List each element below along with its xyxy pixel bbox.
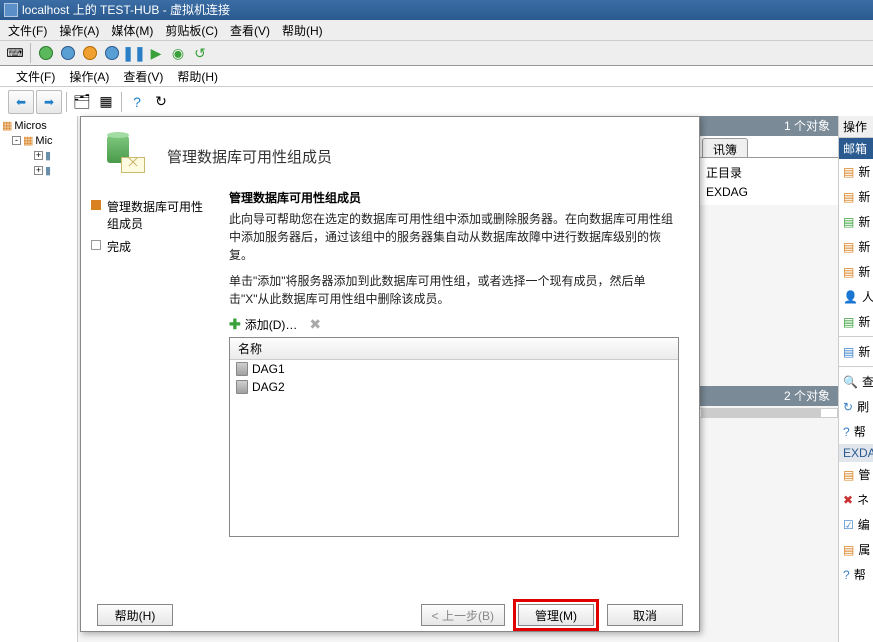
server-icon — [236, 380, 248, 394]
vm-title: localhost 上的 TEST-HUB - 虚拟机连接 — [22, 0, 230, 20]
remove-icon[interactable]: ✖ — [309, 316, 321, 333]
refresh-button[interactable]: ↻ — [150, 91, 172, 113]
actions-header: 操作 — [839, 116, 873, 138]
tree-leaf-2[interactable]: + ▮ — [2, 163, 75, 178]
action-new-6[interactable]: ▤新 — [839, 309, 873, 334]
ctl-alt-del-button[interactable]: ⌨ — [6, 44, 24, 62]
action-refresh[interactable]: ↻刷 — [839, 394, 873, 419]
turnoff-button[interactable] — [59, 44, 77, 62]
manage-button[interactable]: 管理(M) — [518, 604, 594, 626]
action-user[interactable]: 👤人 — [839, 284, 873, 309]
action-props[interactable]: ▤属 — [839, 537, 873, 562]
tree-leaf-1[interactable]: + ▮ — [2, 148, 75, 163]
action-help[interactable]: ?帮 — [839, 419, 873, 444]
mmc-menu-view[interactable]: 查看(V) — [123, 68, 163, 85]
mmc-toolbar: 🗂 ▦ ? ↻ — [0, 86, 873, 116]
save-button[interactable] — [103, 44, 121, 62]
cancel-button[interactable]: 取消 — [607, 604, 683, 626]
tree-child[interactable]: - ▦Mic — [2, 133, 75, 148]
action-help2[interactable]: ?帮 — [839, 562, 873, 587]
start-button[interactable] — [37, 44, 55, 62]
tab-addressbook[interactable]: 讯簿 — [702, 138, 748, 157]
mmc-menu-action[interactable]: 操作(A) — [69, 68, 109, 85]
description-2: 单击"添加"将服务器添加到此数据库可用性组，或者选择一个现有成员，然后单击"X"… — [229, 272, 679, 308]
step-indicator-active — [91, 200, 101, 210]
result-count-header: 2 个对象 — [698, 386, 838, 406]
step-manage-members[interactable]: 管理数据库可用性组成员 — [91, 195, 213, 235]
actions-section-mailbox: 邮箱 — [839, 138, 873, 159]
tabstrip: 讯簿 — [698, 136, 838, 158]
vm-icon — [4, 3, 18, 17]
menu-action[interactable]: 操作(A) — [59, 22, 99, 39]
mmc-menu-help[interactable]: 帮助(H) — [177, 68, 218, 85]
tree-expander[interactable]: + — [34, 166, 43, 175]
action-new-7[interactable]: ▤新 — [839, 339, 873, 364]
wizard-steps: 管理数据库可用性组成员 完成 — [81, 189, 223, 589]
list-item[interactable]: EXDAG — [706, 183, 830, 201]
menu-clipboard[interactable]: 剪贴板(C) — [165, 22, 218, 39]
list-header: 名称 — [230, 338, 678, 360]
step-indicator-pending — [91, 240, 101, 250]
tree-expander[interactable]: - — [12, 136, 21, 145]
forward-button[interactable] — [36, 90, 62, 114]
snapshot-button[interactable]: ◉ — [169, 44, 187, 62]
add-link[interactable]: 添加(D)… — [245, 316, 298, 333]
menu-media[interactable]: 媒体(M) — [111, 22, 153, 39]
result-count-header: 1 个对象 — [698, 116, 838, 136]
tree-root[interactable]: ▦Micros — [2, 118, 75, 133]
back-button[interactable]: < 上一步(B) — [421, 604, 505, 626]
wizard-icon — [101, 131, 151, 181]
menu-view[interactable]: 查看(V) — [230, 22, 270, 39]
action-new-3[interactable]: ▤新 — [839, 209, 873, 234]
tree-pane: ▦Micros - ▦Mic + ▮ + ▮ — [0, 116, 78, 642]
back-button[interactable] — [8, 90, 34, 114]
result-list: 正目录 EXDAG — [698, 158, 838, 205]
menu-file[interactable]: 文件(F) — [8, 22, 47, 39]
highlight-box: 管理(M) — [513, 599, 599, 631]
mmc-menu-file[interactable]: 文件(F) — [16, 68, 55, 85]
description-1: 此向导可帮助您在选定的数据库可用性组中添加或删除服务器。在向数据库可用性组中添加… — [229, 210, 679, 264]
add-icon: ✚ — [229, 316, 241, 333]
reset-button[interactable]: ▶ — [147, 44, 165, 62]
wizard-header: 管理数据库可用性组成员 — [81, 117, 699, 189]
tree-expander[interactable]: + — [34, 151, 43, 160]
action-new-2[interactable]: ▤新 — [839, 184, 873, 209]
scrollbar[interactable] — [701, 409, 821, 417]
wizard-title: 管理数据库可用性组成员 — [167, 146, 332, 167]
server-icon — [236, 362, 248, 376]
wizard-footer: 帮助(H) < 上一步(B) 管理(M) 取消 — [81, 589, 699, 641]
wizard-main: 管理数据库可用性组成员 此向导可帮助您在选定的数据库可用性组中添加或删除服务器。… — [223, 189, 699, 589]
shutdown-button[interactable] — [81, 44, 99, 62]
table-row[interactable]: DAG2 — [230, 378, 678, 396]
members-list: 名称 DAG1 DAG2 — [229, 337, 679, 537]
action-new-5[interactable]: ▤新 — [839, 259, 873, 284]
vm-titlebar: localhost 上的 TEST-HUB - 虚拟机连接 — [0, 0, 873, 20]
revert-button[interactable]: ↺ — [191, 44, 209, 62]
show-hide-tree-button[interactable]: 🗂 — [71, 91, 93, 113]
list-item[interactable]: 正目录 — [706, 162, 830, 183]
action-manage[interactable]: ▤管 — [839, 462, 873, 487]
action-new-4[interactable]: ▤新 — [839, 234, 873, 259]
mmc-menubar: 文件(F) 操作(A) 查看(V) 帮助(H) — [0, 66, 873, 86]
wizard-dialog: 管理数据库可用性组成员 管理数据库可用性组成员 完成 管理数据库可用性组成员 此… — [80, 116, 700, 632]
action-network[interactable]: ✖ネ — [839, 487, 873, 512]
properties-button[interactable]: ▦ — [95, 91, 117, 113]
actions-section-exdag: EXDA — [839, 444, 873, 462]
step-complete[interactable]: 完成 — [91, 235, 213, 258]
section-title: 管理数据库可用性组成员 — [229, 189, 679, 206]
help-button[interactable]: 帮助(H) — [97, 604, 173, 626]
pause-button[interactable]: ❚❚ — [125, 44, 143, 62]
menu-help[interactable]: 帮助(H) — [282, 22, 323, 39]
vm-menubar: 文件(F) 操作(A) 媒体(M) 剪贴板(C) 查看(V) 帮助(H) — [0, 20, 873, 40]
action-edit[interactable]: ☑编 — [839, 512, 873, 537]
help-button[interactable]: ? — [126, 91, 148, 113]
col-name[interactable]: 名称 — [238, 340, 670, 357]
action-new-1[interactable]: ▤新 — [839, 159, 873, 184]
actions-pane: 操作 邮箱 ▤新 ▤新 ▤新 ▤新 ▤新 👤人 ▤新 ▤新 🔍查 ↻刷 ?帮 E… — [838, 116, 873, 642]
vm-toolbar: ⌨ ❚❚ ▶ ◉ ↺ — [0, 40, 873, 66]
action-view[interactable]: 🔍查 — [839, 369, 873, 394]
table-row[interactable]: DAG1 — [230, 360, 678, 378]
